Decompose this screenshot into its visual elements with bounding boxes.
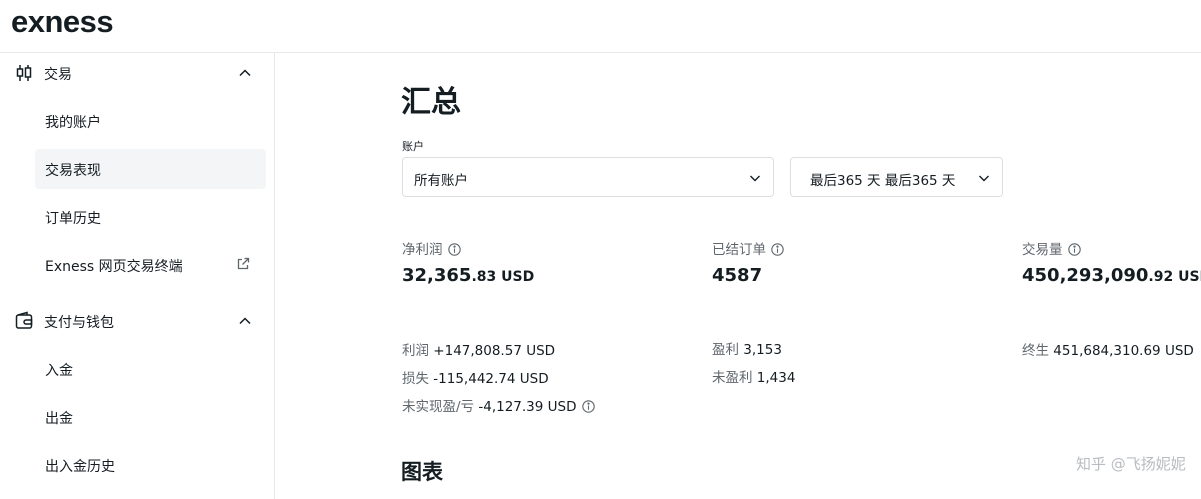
volume-label: 交易量 (1022, 238, 1081, 258)
info-icon[interactable] (447, 243, 461, 256)
sidebar: 交易 我的账户 交易表现 订单历史 Exness 网页交易终端 支付与钱包 入金… (0, 53, 275, 499)
sidebar-item-transaction-history[interactable]: 出入金历史 (35, 445, 266, 485)
detail-value: 1,434 (756, 370, 796, 386)
closed-orders-label-text: 已结订单 (712, 242, 766, 258)
sidebar-item-web-terminal[interactable]: Exness 网页交易终端 (35, 245, 266, 285)
page-title: 汇总 (401, 85, 461, 120)
sidebar-item-withdraw[interactable]: 出金 (35, 397, 266, 437)
info-icon[interactable] (771, 243, 784, 256)
detail-label: 利润 (402, 343, 429, 359)
detail-label: 损失 (402, 371, 429, 387)
info-icon[interactable] (1067, 243, 1081, 256)
sidebar-item-label: Exness 网页交易终端 (45, 259, 183, 275)
charts-section-title: 图表 (401, 460, 443, 484)
sidebar-group-label: 支付与钱包 (44, 315, 114, 331)
detail-value: -115,442.74 USD (433, 371, 549, 387)
profitable-orders-detail: 盈利 3,153 (712, 338, 782, 358)
sidebar-item-performance[interactable]: 交易表现 (35, 149, 266, 189)
period-select-value: 最后365 天 最后365 天 (810, 173, 956, 189)
sidebar-item-label: 入金 (45, 363, 73, 379)
sidebar-item-deposit[interactable]: 入金 (35, 349, 266, 389)
net-profit-value: 32,365.83 USD (402, 265, 534, 286)
detail-value: -4,127.39 USD (478, 399, 577, 415)
unrealized-pnl-detail: 未实现盈/亏 -4,127.39 USD (402, 395, 595, 415)
main-content: 汇总 账户 所有账户 最后365 天 最后365 天 净利润 32,365.83… (276, 53, 1201, 499)
detail-label: 未实现盈/亏 (402, 399, 475, 415)
net-profit-value-main: 32,365 (402, 265, 472, 286)
account-select-value: 所有账户 (414, 173, 468, 189)
loss-detail: 损失 -115,442.74 USD (402, 367, 549, 387)
sidebar-item-label: 订单历史 (45, 211, 101, 227)
sidebar-group-label: 交易 (44, 67, 72, 83)
sidebar-item-label: 出金 (45, 411, 73, 427)
chevron-down-icon (750, 175, 760, 182)
profit-detail: 利润 +147,808.57 USD (402, 339, 555, 359)
sidebar-item-label: 我的账户 (45, 115, 101, 131)
detail-value: +147,808.57 USD (433, 343, 556, 359)
chevron-up-icon[interactable] (237, 313, 253, 329)
top-bar: exness (0, 0, 1201, 53)
lifetime-volume-detail: 终生 451,684,310.69 USD (1022, 339, 1194, 359)
volume-value: 450,293,090.92 USD (1022, 265, 1201, 286)
detail-label: 未盈利 (712, 370, 753, 386)
sidebar-item-my-accounts[interactable]: 我的账户 (35, 101, 266, 141)
net-profit-label-text: 净利润 (402, 242, 443, 258)
detail-value: 3,153 (743, 342, 782, 358)
detail-label: 盈利 (712, 342, 739, 358)
candlestick-icon (16, 65, 32, 81)
closed-orders-label: 已结订单 (712, 238, 784, 258)
sidebar-group-payments[interactable]: 支付与钱包 (0, 301, 274, 341)
account-select[interactable]: 所有账户 (402, 157, 774, 197)
closed-orders-value: 4587 (712, 265, 763, 286)
detail-value: 451,684,310.69 USD (1053, 343, 1194, 359)
watermark: 知乎 @飞扬妮妮 (1076, 455, 1186, 473)
info-icon[interactable] (581, 400, 595, 413)
unprofitable-orders-detail: 未盈利 1,434 (712, 366, 795, 386)
wallet-icon (15, 311, 33, 329)
net-profit-label: 净利润 (402, 238, 461, 258)
period-select[interactable]: 最后365 天 最后365 天 (790, 157, 1003, 197)
sidebar-item-order-history[interactable]: 订单历史 (35, 197, 266, 237)
chevron-up-icon[interactable] (237, 65, 253, 81)
net-profit-value-decimal: .83 USD (471, 269, 535, 285)
sidebar-item-label: 出入金历史 (45, 459, 115, 475)
account-filter-label: 账户 (402, 140, 424, 153)
exness-logo[interactable]: exness (11, 4, 114, 40)
external-link-icon (237, 257, 250, 270)
sidebar-group-trading[interactable]: 交易 (0, 53, 274, 93)
volume-value-main: 450,293,090 (1022, 265, 1149, 286)
volume-value-decimal: .92 USD (1148, 269, 1201, 285)
detail-label: 终生 (1022, 343, 1049, 359)
volume-label-text: 交易量 (1022, 242, 1063, 258)
chevron-down-icon (979, 175, 989, 182)
sidebar-item-label: 交易表现 (45, 163, 101, 179)
